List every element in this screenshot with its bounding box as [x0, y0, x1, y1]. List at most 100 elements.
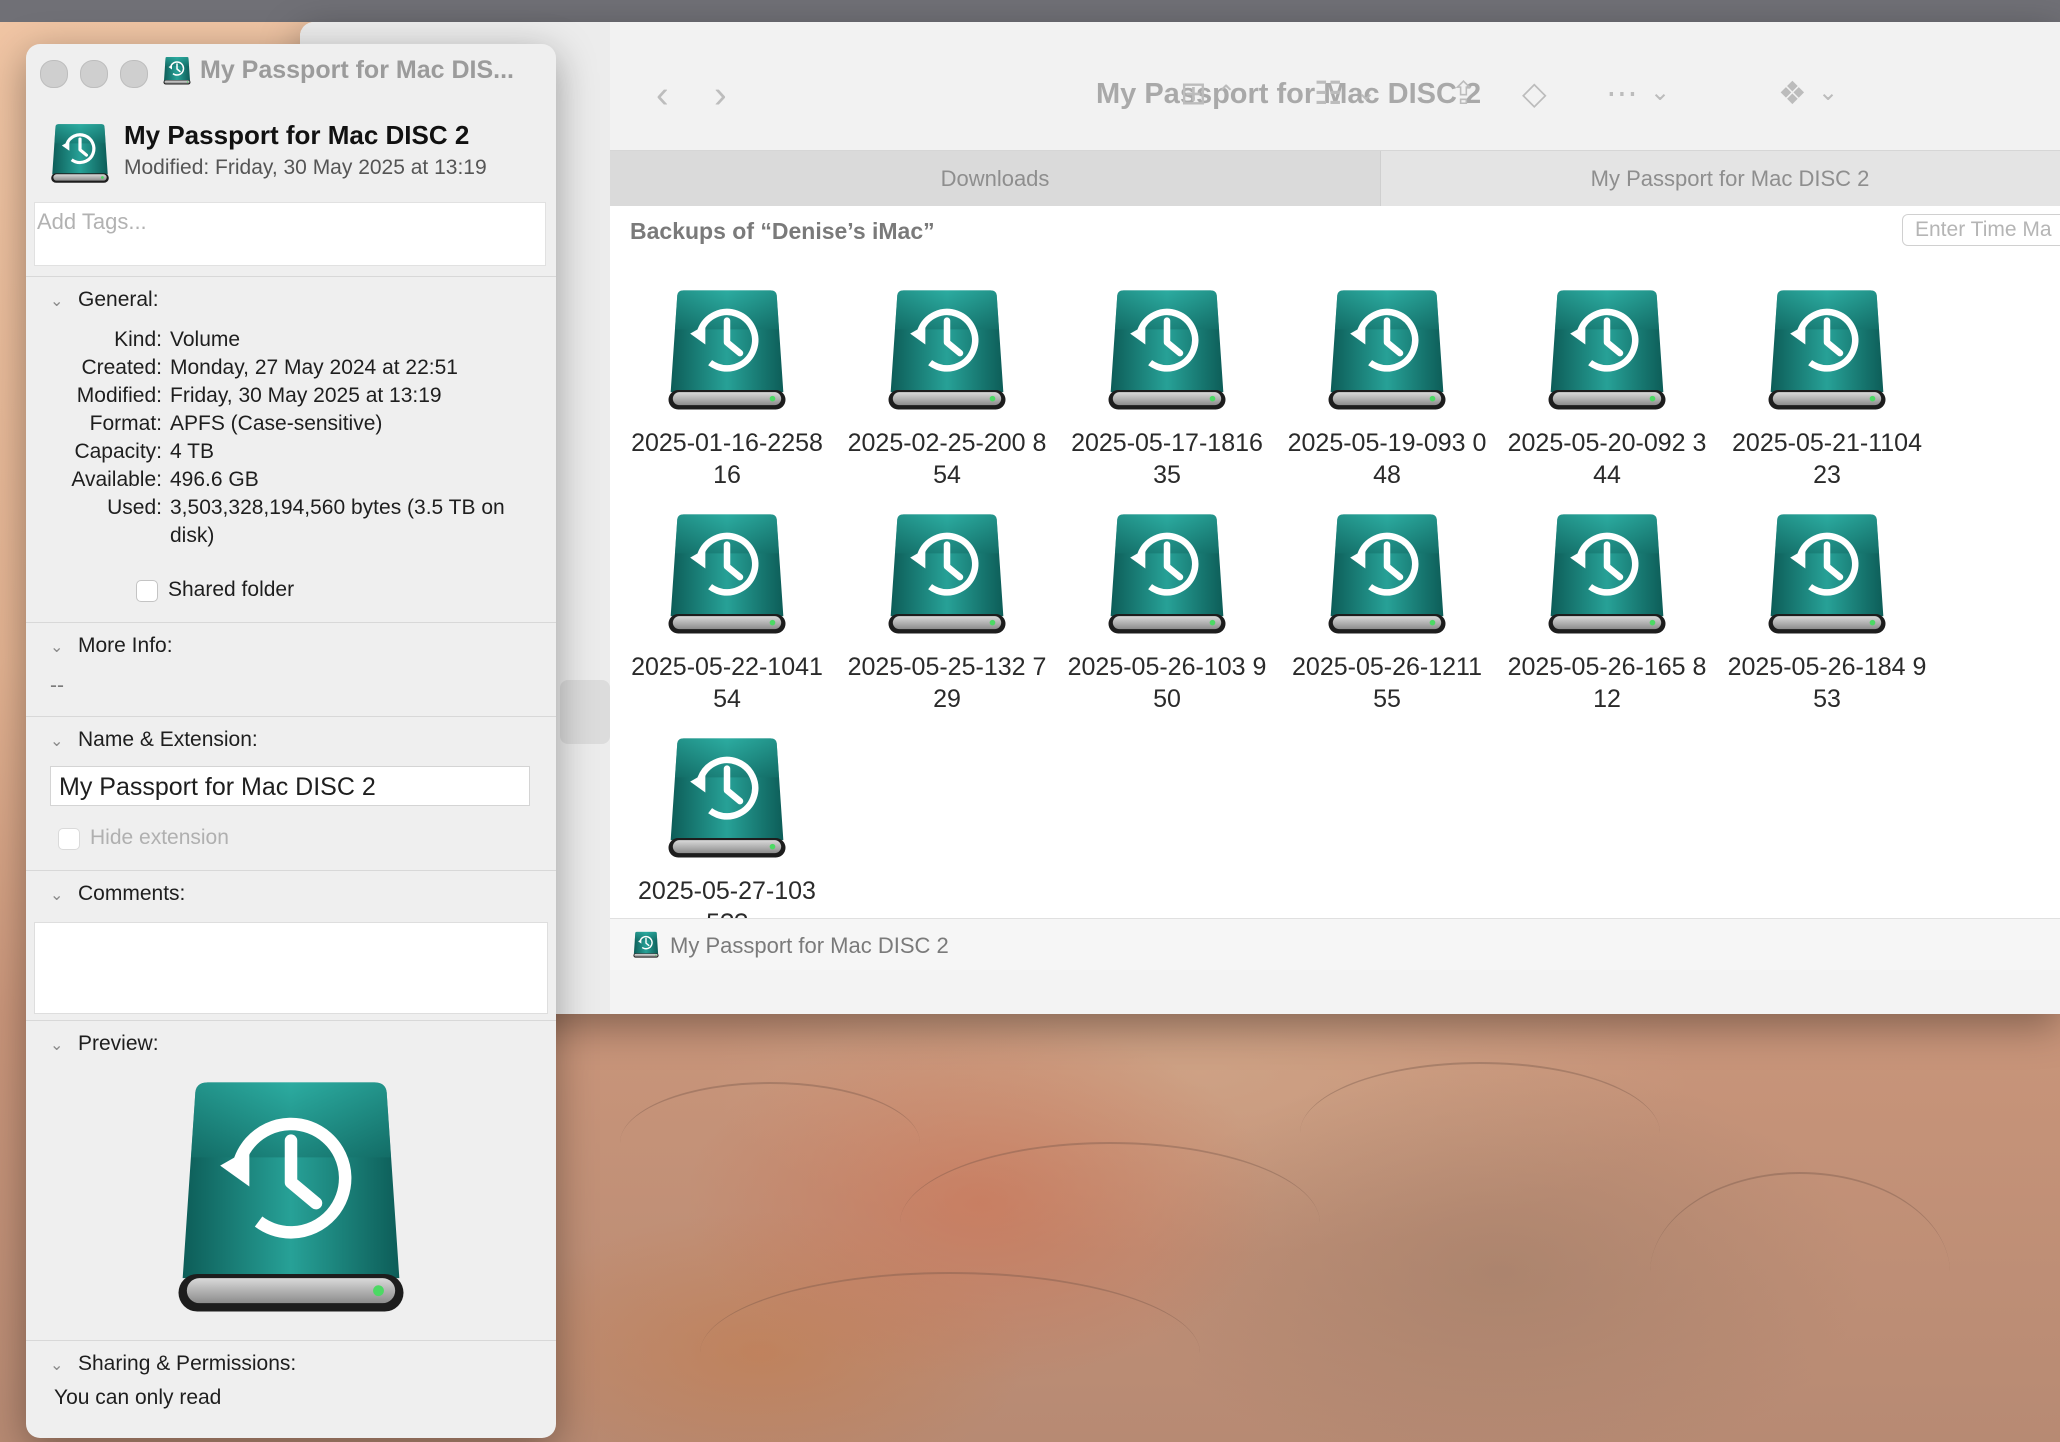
finder-bottom-area	[610, 970, 2060, 1014]
shared-folder-checkbox[interactable]	[136, 580, 158, 602]
backup-item-label: 2025-05-17-1816 35	[1071, 429, 1263, 489]
path-bar-label[interactable]: My Passport for Mac DISC 2	[670, 933, 949, 959]
backup-item[interactable]: 2025-05-26-1211 55	[1282, 510, 1492, 715]
backup-item-label: 2025-05-26-165 812	[1507, 653, 1707, 713]
modified-summary: Modified: Friday, 30 May 2025 at 13:19	[124, 156, 487, 179]
capacity-label: Capacity:	[74, 440, 162, 463]
time-machine-drive-icon	[882, 510, 1012, 640]
more-chevron-icon[interactable]: ⌄	[1650, 78, 1670, 107]
backup-item-label: 2025-05-26-184 953	[1727, 653, 1927, 713]
minimize-button[interactable]	[80, 60, 108, 88]
format-value: APFS (Case-sensitive)	[170, 412, 383, 435]
preview-section-header[interactable]: ⌄ Preview:	[50, 1032, 159, 1056]
backup-item[interactable]: 2025-05-26-165 812	[1502, 510, 1712, 715]
time-machine-drive-icon	[662, 734, 792, 864]
more-info-section-header[interactable]: ⌄ More Info:	[50, 634, 173, 658]
available-value: 496.6 GB	[170, 468, 259, 491]
view-chevron-icon[interactable]: ⌃	[1216, 80, 1236, 109]
shared-folder-label: Shared folder	[168, 578, 295, 601]
time-machine-drive-icon	[662, 510, 792, 640]
backup-item[interactable]: 2025-05-22-1041 54	[622, 510, 832, 715]
group-icon[interactable]: ☷	[1314, 74, 1343, 112]
comments-section-header[interactable]: ⌄ Comments:	[50, 882, 185, 906]
kind-label: Kind:	[114, 328, 162, 351]
created-label: Created:	[81, 356, 162, 379]
path-bar: My Passport for Mac DISC 2	[610, 918, 2060, 971]
backup-item[interactable]: 2025-05-20-092 344	[1502, 286, 1712, 491]
tags-field[interactable]: Add Tags...	[34, 202, 546, 266]
dropbox-chevron-icon[interactable]: ⌄	[1818, 78, 1838, 107]
time-machine-drive-icon	[1762, 510, 1892, 640]
tab-downloads[interactable]: Downloads	[610, 151, 1381, 207]
hide-extension-label: Hide extension	[90, 826, 229, 849]
tab-my-passport[interactable]: My Passport for Mac DISC 2	[1380, 151, 2060, 207]
backup-item-label: 2025-05-21-1104 23	[1732, 429, 1922, 489]
finder-tab-bar: Downloads My Passport for Mac DISC 2	[610, 150, 2060, 208]
kind-value: Volume	[170, 328, 241, 351]
backup-item[interactable]: 2025-05-25-132 729	[842, 510, 1052, 715]
backup-item[interactable]: 2025-01-16-2258 16	[622, 286, 832, 491]
finder-toolbar: ‹ › My Passport for Mac DISC 2 ⊞ ⌃ ☷ ⌄ ⇪…	[610, 22, 2060, 150]
backup-item[interactable]: 2025-02-25-200 854	[842, 286, 1052, 491]
forward-button[interactable]: ›	[714, 74, 727, 117]
sharing-permissions-section-header[interactable]: ⌄ Sharing & Permissions:	[50, 1352, 296, 1376]
time-machine-drive-icon	[1322, 286, 1452, 416]
folder-header: Backups of “Denise’s iMac” Enter Time Ma	[610, 206, 2060, 257]
used-label: Used:	[107, 496, 162, 519]
permissions-summary: You can only read	[54, 1386, 222, 1409]
created-value: Monday, 27 May 2024 at 22:51	[170, 356, 458, 379]
back-button[interactable]: ‹	[656, 74, 669, 117]
backup-item[interactable]: 2025-05-21-1104 23	[1722, 286, 1932, 491]
chevron-down-icon: ⌄	[50, 1357, 64, 1374]
time-machine-drive-icon	[1762, 286, 1892, 416]
time-machine-drive-icon	[662, 286, 792, 416]
backup-item[interactable]: 2025-05-26-184 953	[1722, 510, 1932, 715]
backup-item[interactable]: 2025-05-17-1816 35	[1062, 286, 1272, 491]
sidebar-selected-item[interactable]	[560, 680, 610, 744]
dropbox-icon[interactable]: ❖	[1778, 74, 1807, 112]
backup-item[interactable]: 2025-05-19-093 048	[1282, 286, 1492, 491]
backup-item-label: 2025-05-20-092 344	[1507, 429, 1707, 489]
icon-view-icon[interactable]: ⊞	[1180, 74, 1207, 112]
hide-extension-checkbox[interactable]	[58, 828, 80, 850]
format-label: Format:	[89, 412, 162, 435]
finder-window: ‹ › My Passport for Mac DISC 2 ⊞ ⌃ ☷ ⌄ ⇪…	[300, 22, 2060, 1014]
backup-item-label: 2025-01-16-2258 16	[631, 429, 823, 489]
capacity-value: 4 TB	[170, 440, 214, 463]
share-icon[interactable]: ⇪	[1450, 74, 1477, 112]
general-section-header[interactable]: ⌄ General:	[50, 288, 159, 312]
backup-item[interactable]: 2025-05-26-103 950	[1062, 510, 1272, 715]
time-machine-drive-icon	[1542, 286, 1672, 416]
tag-icon[interactable]: ◇	[1522, 74, 1547, 112]
zoom-button[interactable]	[120, 60, 148, 88]
name-field[interactable]: My Passport for Mac DISC 2	[50, 766, 530, 806]
preview-time-machine-drive-icon	[166, 1074, 416, 1324]
chevron-down-icon: ⌄	[50, 293, 64, 310]
group-chevron-icon[interactable]: ⌄	[1356, 78, 1376, 107]
time-machine-search-field[interactable]: Enter Time Ma	[1902, 214, 2060, 246]
modified-label: Modified:	[76, 384, 162, 407]
time-machine-drive-icon	[1102, 286, 1232, 416]
more-actions-icon[interactable]: ⋯	[1606, 74, 1638, 112]
backup-item-label: 2025-05-27-103 5??	[638, 877, 816, 918]
get-info-window: My Passport for Mac DIS... My Passport f…	[26, 44, 556, 1438]
close-button[interactable]	[40, 60, 68, 88]
chevron-down-icon: ⌄	[50, 733, 64, 750]
modified-value: Friday, 30 May 2025 at 13:19	[170, 384, 442, 407]
comments-field[interactable]	[34, 922, 548, 1014]
icon-grid: 2025-01-16-2258 16 2025-02-25-200 854 20…	[610, 256, 2060, 918]
backup-item-label: 2025-02-25-200 854	[847, 429, 1047, 489]
volume-name: My Passport for Mac DISC 2	[124, 120, 470, 150]
chevron-down-icon: ⌄	[50, 1037, 64, 1054]
desktop-top-bar	[0, 0, 2060, 22]
name-extension-section-header[interactable]: ⌄ Name & Extension:	[50, 728, 258, 752]
folder-title: Backups of “Denise’s iMac”	[630, 218, 935, 244]
more-info-value: --	[50, 674, 64, 697]
backup-item-label: 2025-05-26-103 950	[1067, 653, 1267, 713]
time-machine-drive-icon	[882, 286, 1012, 416]
backup-item-label: 2025-05-25-132 729	[847, 653, 1047, 713]
finder-window-title: My Passport for Mac DISC 2	[1096, 78, 1482, 110]
time-machine-drive-icon	[1542, 510, 1672, 640]
used-value: 3,503,328,194,560 bytes (3.5 TB on disk)	[170, 496, 505, 547]
backup-item[interactable]: 2025-05-27-103 5??	[622, 734, 832, 918]
